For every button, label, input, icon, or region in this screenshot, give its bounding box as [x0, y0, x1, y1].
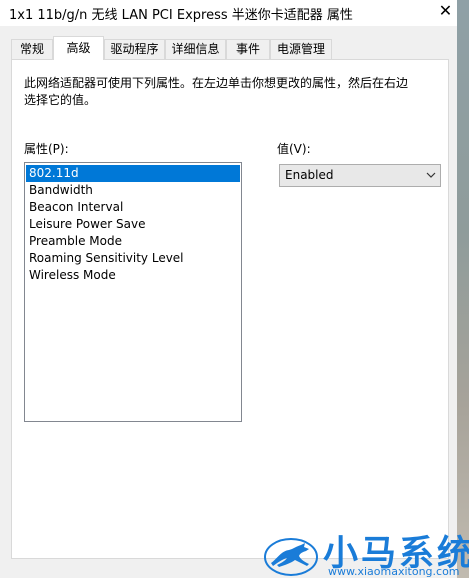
window-title: 1x1 11b/g/n 无线 LAN PCI Express 半迷你卡适配器 属… [9, 8, 353, 23]
property-list-item[interactable]: Roaming Sensitivity Level [26, 250, 240, 267]
close-button[interactable]: ✕ [434, 0, 457, 24]
tab-power-management[interactable]: 电源管理 [270, 39, 332, 59]
chevron-down-icon [426, 172, 436, 178]
property-list-item[interactable]: Bandwidth [26, 182, 240, 199]
tab-driver[interactable]: 驱动程序 [104, 39, 165, 59]
value-dropdown[interactable]: Enabled [279, 164, 441, 187]
property-list-item[interactable]: 802.11d [26, 165, 240, 182]
title-bar[interactable]: 1x1 11b/g/n 无线 LAN PCI Express 半迷你卡适配器 属… [0, 0, 457, 26]
tab-events[interactable]: 事件 [226, 39, 270, 59]
property-list-item[interactable]: Wireless Mode [26, 267, 240, 284]
horse-logo-icon [264, 538, 318, 576]
value-dropdown-selected: Enabled [285, 168, 334, 182]
value-label: 值(V): [277, 142, 311, 156]
property-list-item[interactable]: Preamble Mode [26, 233, 240, 250]
tab-advanced[interactable]: 高级 [53, 36, 104, 60]
desktop-background-strip [457, 0, 469, 578]
tab-details[interactable]: 详细信息 [165, 39, 226, 59]
tab-general[interactable]: 常规 [11, 39, 53, 59]
advanced-description: 此网络适配器可使用下列属性。在左边单击你想更改的属性，然后在右边选择它的值。 [24, 76, 409, 107]
property-list-item[interactable]: Beacon Interval [26, 199, 240, 216]
property-label: 属性(P): [24, 142, 69, 156]
property-list-item[interactable]: Leisure Power Save [26, 216, 240, 233]
property-listbox[interactable]: 802.11d Bandwidth Beacon Interval Leisur… [24, 162, 242, 422]
watermark-url: www.xiaomaxitong.com [328, 565, 460, 578]
